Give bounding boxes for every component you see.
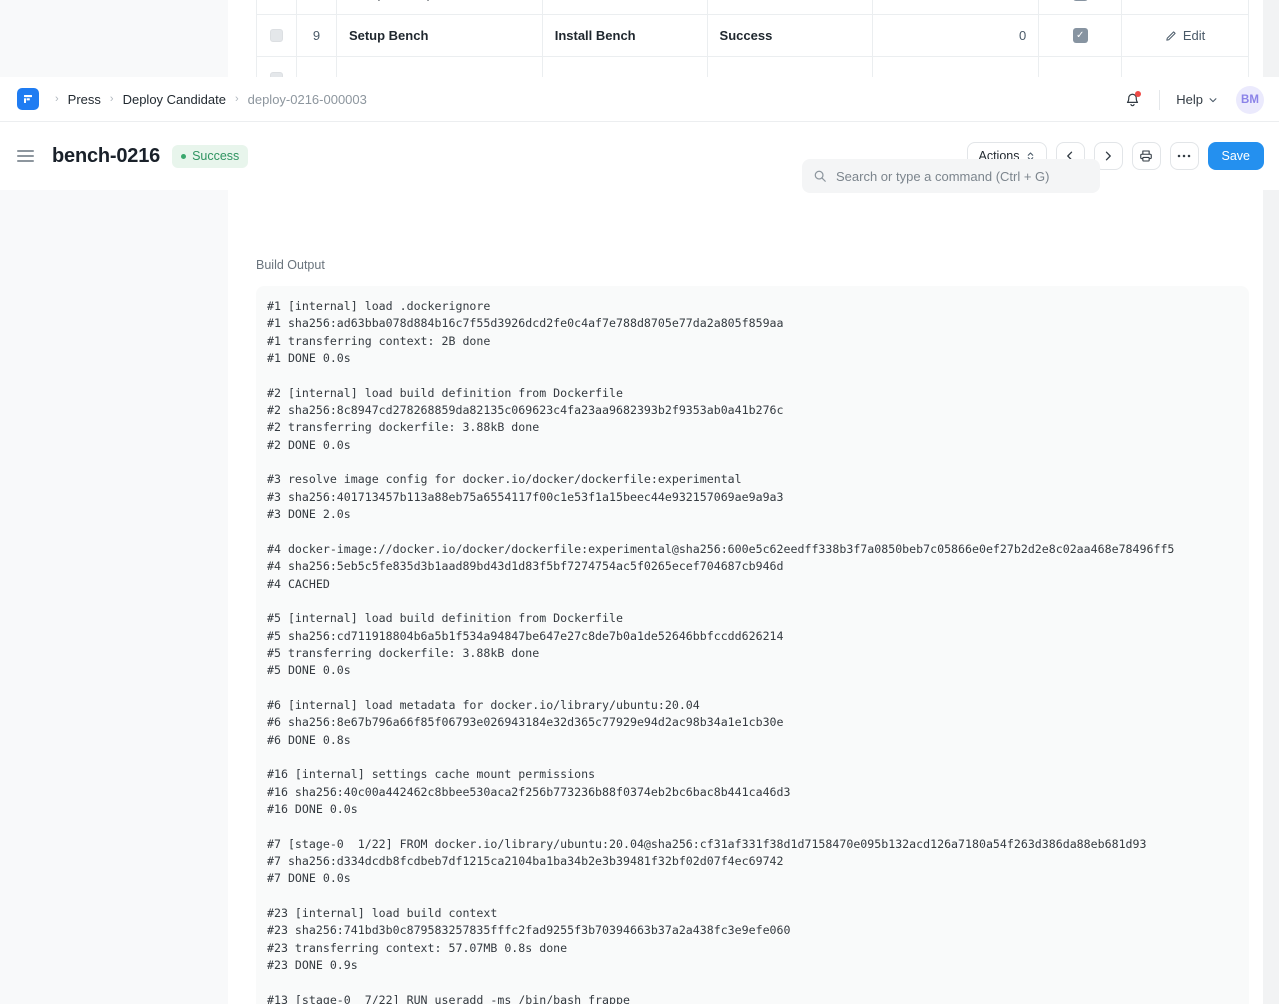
- frappe-f-glyph: [22, 93, 34, 105]
- top-navbar: › Press › Deploy Candidate › deploy-0216…: [0, 77, 1279, 122]
- chevron-down-icon: [1208, 95, 1218, 105]
- search-input[interactable]: Search or type a command (Ctrl + G): [802, 159, 1100, 193]
- row-flag-cell[interactable]: ✓: [1039, 0, 1122, 14]
- status-badge: Success: [172, 145, 248, 168]
- frappe-logo-icon[interactable]: [17, 88, 39, 110]
- breadcrumb-separator: ›: [235, 94, 239, 105]
- search-icon: [813, 169, 827, 183]
- row-step-name: Setup Prerequisites: [337, 0, 543, 14]
- row-index: 9: [297, 15, 337, 56]
- row-flag-checkbox[interactable]: ✓: [1073, 28, 1088, 43]
- row-index: 8: [297, 0, 337, 14]
- search-placeholder: Search or type a command (Ctrl + G): [836, 169, 1050, 184]
- save-button[interactable]: Save: [1208, 142, 1265, 170]
- print-button[interactable]: [1132, 142, 1161, 170]
- notifications-button[interactable]: [1117, 85, 1147, 115]
- table-row[interactable]: 8 Setup Prerequisites Install Yarn Succe…: [257, 0, 1248, 15]
- chevron-right-icon: [1102, 150, 1114, 162]
- printer-icon: [1139, 149, 1153, 163]
- breadcrumb-separator: ›: [110, 94, 114, 105]
- pencil-icon: [1165, 30, 1177, 42]
- notification-badge-dot: [1135, 91, 1141, 97]
- build-output-text: #1 [internal] load .dockerignore #1 sha2…: [267, 298, 1238, 1004]
- row-edit-cell[interactable]: Edit: [1122, 0, 1248, 14]
- content-left-rail: [0, 190, 228, 1004]
- row-select-cell[interactable]: [257, 15, 297, 56]
- row-edit-cell[interactable]: Edit: [1122, 15, 1248, 56]
- row-stage: Install Yarn: [543, 0, 708, 14]
- ellipsis-icon: [1177, 154, 1191, 158]
- row-edit-label: Edit: [1183, 28, 1205, 43]
- row-duration: 0: [873, 0, 1039, 14]
- hamburger-menu-icon[interactable]: [17, 150, 34, 161]
- page-title: bench-0216: [52, 145, 160, 168]
- breadcrumb: › Press › Deploy Candidate › deploy-0216…: [55, 92, 367, 107]
- more-options-button[interactable]: [1170, 142, 1199, 170]
- avatar[interactable]: BM: [1236, 86, 1264, 114]
- row-status: Success: [708, 0, 874, 14]
- row-flag-cell[interactable]: ✓: [1039, 15, 1122, 56]
- row-select-cell[interactable]: [257, 0, 297, 14]
- row-duration: 0: [873, 15, 1039, 56]
- row-flag-checkbox[interactable]: ✓: [1073, 0, 1088, 1]
- status-dot-icon: [181, 154, 186, 159]
- app-root: 8 Setup Prerequisites Install Yarn Succe…: [0, 0, 1279, 1004]
- breadcrumb-item-deploy-candidate[interactable]: Deploy Candidate: [123, 92, 226, 107]
- document-content: Build Output #1 [internal] load .dockeri…: [0, 190, 1279, 1004]
- navbar-divider: [1159, 90, 1160, 110]
- navbar-right-actions: Help BM: [1117, 77, 1264, 122]
- row-status: Success: [708, 15, 874, 56]
- row-edit-label: Edit: [1183, 0, 1205, 1]
- row-stage: Install Bench: [543, 15, 708, 56]
- breadcrumb-separator: ›: [55, 94, 59, 105]
- help-label: Help: [1176, 92, 1203, 107]
- table-row[interactable]: 9 Setup Bench Install Bench Success 0 ✓ …: [257, 15, 1248, 57]
- build-output-panel[interactable]: #1 [internal] load .dockerignore #1 sha2…: [256, 286, 1249, 1004]
- row-checkbox[interactable]: [270, 29, 283, 42]
- build-output-label: Build Output: [256, 258, 325, 272]
- help-menu-button[interactable]: Help: [1172, 88, 1222, 111]
- breadcrumb-item-current[interactable]: deploy-0216-000003: [248, 92, 367, 107]
- row-step-name: Setup Bench: [337, 15, 543, 56]
- status-badge-label: Success: [192, 149, 239, 163]
- breadcrumb-item-press[interactable]: Press: [68, 92, 101, 107]
